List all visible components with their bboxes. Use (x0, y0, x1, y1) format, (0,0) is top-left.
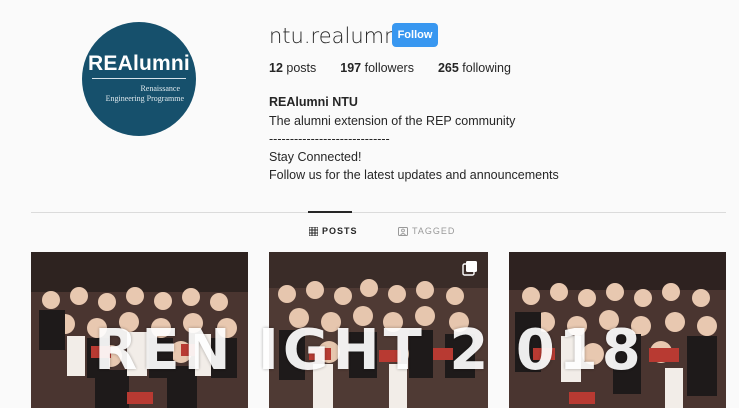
group-photo-image (509, 252, 726, 408)
tab-posts-label: POSTS (322, 226, 358, 236)
profile-tabs: POSTS TAGGED (0, 226, 739, 240)
posts-grid (31, 252, 726, 408)
tabs-divider (31, 212, 726, 213)
following-stat[interactable]: 265 following (438, 61, 511, 75)
tab-tagged[interactable]: TAGGED (398, 226, 455, 236)
active-tab-indicator (308, 211, 352, 213)
avatar-sub-text-2: Engineering Programme (105, 94, 184, 103)
profile-username: ntu.realumni (269, 24, 404, 48)
post-thumbnail[interactable] (269, 252, 488, 408)
tab-tagged-label: TAGGED (412, 226, 456, 236)
profile-avatar[interactable]: REAlumni Renaissance Engineering Program… (82, 22, 196, 136)
avatar-sub-text-1: Renaissance (140, 84, 180, 93)
followers-stat-label: followers (364, 61, 414, 75)
group-photo-image (269, 252, 488, 408)
post-thumbnail[interactable] (31, 252, 248, 408)
followers-stat[interactable]: 197 followers (340, 61, 414, 75)
multiple-photos-icon (462, 261, 477, 276)
posts-stat-label: posts (286, 61, 317, 75)
grid-icon (309, 226, 318, 236)
profile-bio: The alumni extension of the REP communit… (269, 114, 559, 182)
avatar-brand-text: REAlumni (88, 52, 190, 75)
profile-full-name: REAlumni NTU (269, 95, 358, 109)
posts-stat[interactable]: 12 posts (269, 61, 316, 75)
group-photo-image (31, 252, 248, 408)
following-stat-label: following (462, 61, 511, 75)
following-count: 265 (437, 61, 459, 75)
post-thumbnail[interactable] (509, 252, 726, 408)
posts-count: 12 (269, 61, 283, 75)
tab-posts[interactable]: POSTS (309, 226, 358, 236)
followers-count: 197 (340, 61, 362, 75)
follow-button[interactable]: Follow (392, 23, 438, 47)
profile-stats: 12 posts 197 followers 265 following (269, 61, 535, 75)
tagged-person-icon (398, 226, 408, 236)
avatar-rule (92, 78, 186, 79)
